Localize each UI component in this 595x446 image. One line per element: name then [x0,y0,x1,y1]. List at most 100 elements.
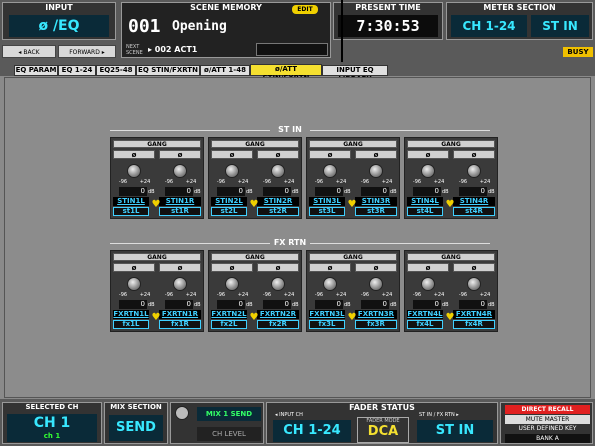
phase-button[interactable]: ø [113,150,155,159]
attenuator-knob[interactable] [323,277,337,291]
attenuator-knob[interactable] [271,277,285,291]
pair-heart-icon[interactable]: ♥ [444,312,456,323]
channel-short-name[interactable]: st1R [159,207,201,216]
tab-att-1-48[interactable]: ø/ATT 1-48 [200,65,250,76]
gang-button[interactable]: GANG [211,140,299,148]
phase-button[interactable]: ø [159,263,201,272]
attenuator-knob[interactable] [127,164,141,178]
meter-stin-button[interactable]: ST IN [531,15,589,37]
tab-eq-1-24[interactable]: EQ 1-24 [58,65,96,76]
attenuator-knob[interactable] [173,277,187,291]
gang-button[interactable]: GANG [407,253,495,261]
gang-button[interactable]: GANG [309,253,397,261]
attenuator-knob[interactable] [225,164,239,178]
phase-button[interactable]: ø [211,150,253,159]
back-button[interactable]: ◂ BACK [2,45,56,58]
direct-recall-button[interactable]: DIRECT RECALL [505,405,590,414]
tab-eq-25-48[interactable]: EQ25-48 [96,65,136,76]
pair-heart-icon[interactable]: ♥ [346,312,358,323]
phase-button[interactable]: ø [257,150,299,159]
channel-name[interactable]: FXRTN3L [309,310,345,319]
channel-short-name[interactable]: st2R [257,207,299,216]
meter-ch-button[interactable]: CH 1-24 [451,15,527,37]
pair-heart-icon[interactable]: ♥ [444,199,456,210]
attenuator-knob[interactable] [421,164,435,178]
pair-heart-icon[interactable]: ♥ [150,199,162,210]
channel-name[interactable]: STIN3L [309,197,345,206]
channel-short-name[interactable]: fx2L [211,320,247,329]
channel-short-name[interactable]: st3R [355,207,397,216]
channel-short-name[interactable]: st1L [113,207,149,216]
ch-level-button[interactable]: CH LEVEL [197,427,261,441]
attenuator-knob[interactable] [127,277,141,291]
attenuator-knob[interactable] [369,164,383,178]
mute-master-button[interactable]: MUTE MASTER [505,415,590,424]
mix-section-button[interactable]: SEND [109,415,163,441]
phase-button[interactable]: ø [355,150,397,159]
phase-button[interactable]: ø [257,263,299,272]
tab-eq-param[interactable]: EQ PARAM [14,65,58,76]
channel-short-name[interactable]: fx1L [113,320,149,329]
tab-input-eq-library[interactable]: INPUT EQ LIBRARY [322,65,388,83]
channel-name[interactable]: STIN3R [355,197,397,206]
channel-name[interactable]: FXRTN4R [453,310,495,319]
pair-heart-icon[interactable]: ♥ [346,199,358,210]
gang-button[interactable]: GANG [309,140,397,148]
channel-name[interactable]: STIN1R [159,197,201,206]
phase-button[interactable]: ø [355,263,397,272]
gang-button[interactable]: GANG [407,140,495,148]
tab-eq-stin-fxrtn[interactable]: EQ STIN/FXRTN [136,65,200,76]
scene-memory[interactable]: SCENE MEMORY EDIT 001 Opening NEXT SCENE… [121,2,331,58]
channel-name[interactable]: STIN1L [113,197,149,206]
tab-att-stin-fxrtn[interactable]: ø/ATT STIN/FXRTN [250,64,322,82]
channel-short-name[interactable]: fx1R [159,320,201,329]
forward-button[interactable]: FORWARD ▸ [58,45,116,58]
phase-button[interactable]: ø [159,150,201,159]
attenuator-knob[interactable] [421,277,435,291]
input-ch-button[interactable]: CH 1-24 [273,420,351,442]
channel-name[interactable]: FXRTN1L [113,310,149,319]
fader-mode[interactable]: FADER MODE DCA [357,417,409,443]
phase-button[interactable]: ø [211,263,253,272]
channel-short-name[interactable]: st4R [453,207,495,216]
channel-short-name[interactable]: fx4R [453,320,495,329]
channel-short-name[interactable]: st4L [407,207,443,216]
phase-button[interactable]: ø [407,263,449,272]
attenuator-knob[interactable] [225,277,239,291]
channel-name[interactable]: FXRTN4L [407,310,443,319]
selected-ch-button[interactable]: CH 1 ch 1 [7,414,97,442]
pair-heart-icon[interactable]: ♥ [248,312,260,323]
channel-name[interactable]: STIN4R [453,197,495,206]
channel-short-name[interactable]: st2L [211,207,247,216]
mix-send-button[interactable]: MIX 1 SEND [197,407,261,421]
pair-heart-icon[interactable]: ♥ [150,312,162,323]
channel-short-name[interactable]: fx3L [309,320,345,329]
pair-heart-icon[interactable]: ♥ [248,199,260,210]
phase-button[interactable]: ø [453,150,495,159]
channel-name[interactable]: FXRTN2R [257,310,299,319]
phase-button[interactable]: ø [453,263,495,272]
attenuator-knob[interactable] [173,164,187,178]
attenuator-knob[interactable] [323,164,337,178]
channel-name[interactable]: FXRTN3R [355,310,397,319]
attenuator-knob[interactable] [467,277,481,291]
phase-button[interactable]: ø [309,150,351,159]
attenuator-knob[interactable] [467,164,481,178]
channel-short-name[interactable]: fx3R [355,320,397,329]
gang-button[interactable]: GANG [211,253,299,261]
channel-short-name[interactable]: st3L [309,207,345,216]
attenuator-knob[interactable] [369,277,383,291]
stin-fx-button[interactable]: ST IN [417,420,493,442]
channel-name[interactable]: STIN4L [407,197,443,206]
channel-name[interactable]: STIN2L [211,197,247,206]
attenuator-knob[interactable] [271,164,285,178]
phase-button[interactable]: ø [407,150,449,159]
input-display[interactable]: INPUT ø /EQ [2,2,116,40]
gang-button[interactable]: GANG [113,140,201,148]
bank-button[interactable]: BANK A [505,434,590,443]
channel-short-name[interactable]: fx2R [257,320,299,329]
channel-name[interactable]: FXRTN2L [211,310,247,319]
phase-button[interactable]: ø [113,263,155,272]
channel-short-name[interactable]: fx4L [407,320,443,329]
channel-name[interactable]: FXRTN1R [159,310,201,319]
